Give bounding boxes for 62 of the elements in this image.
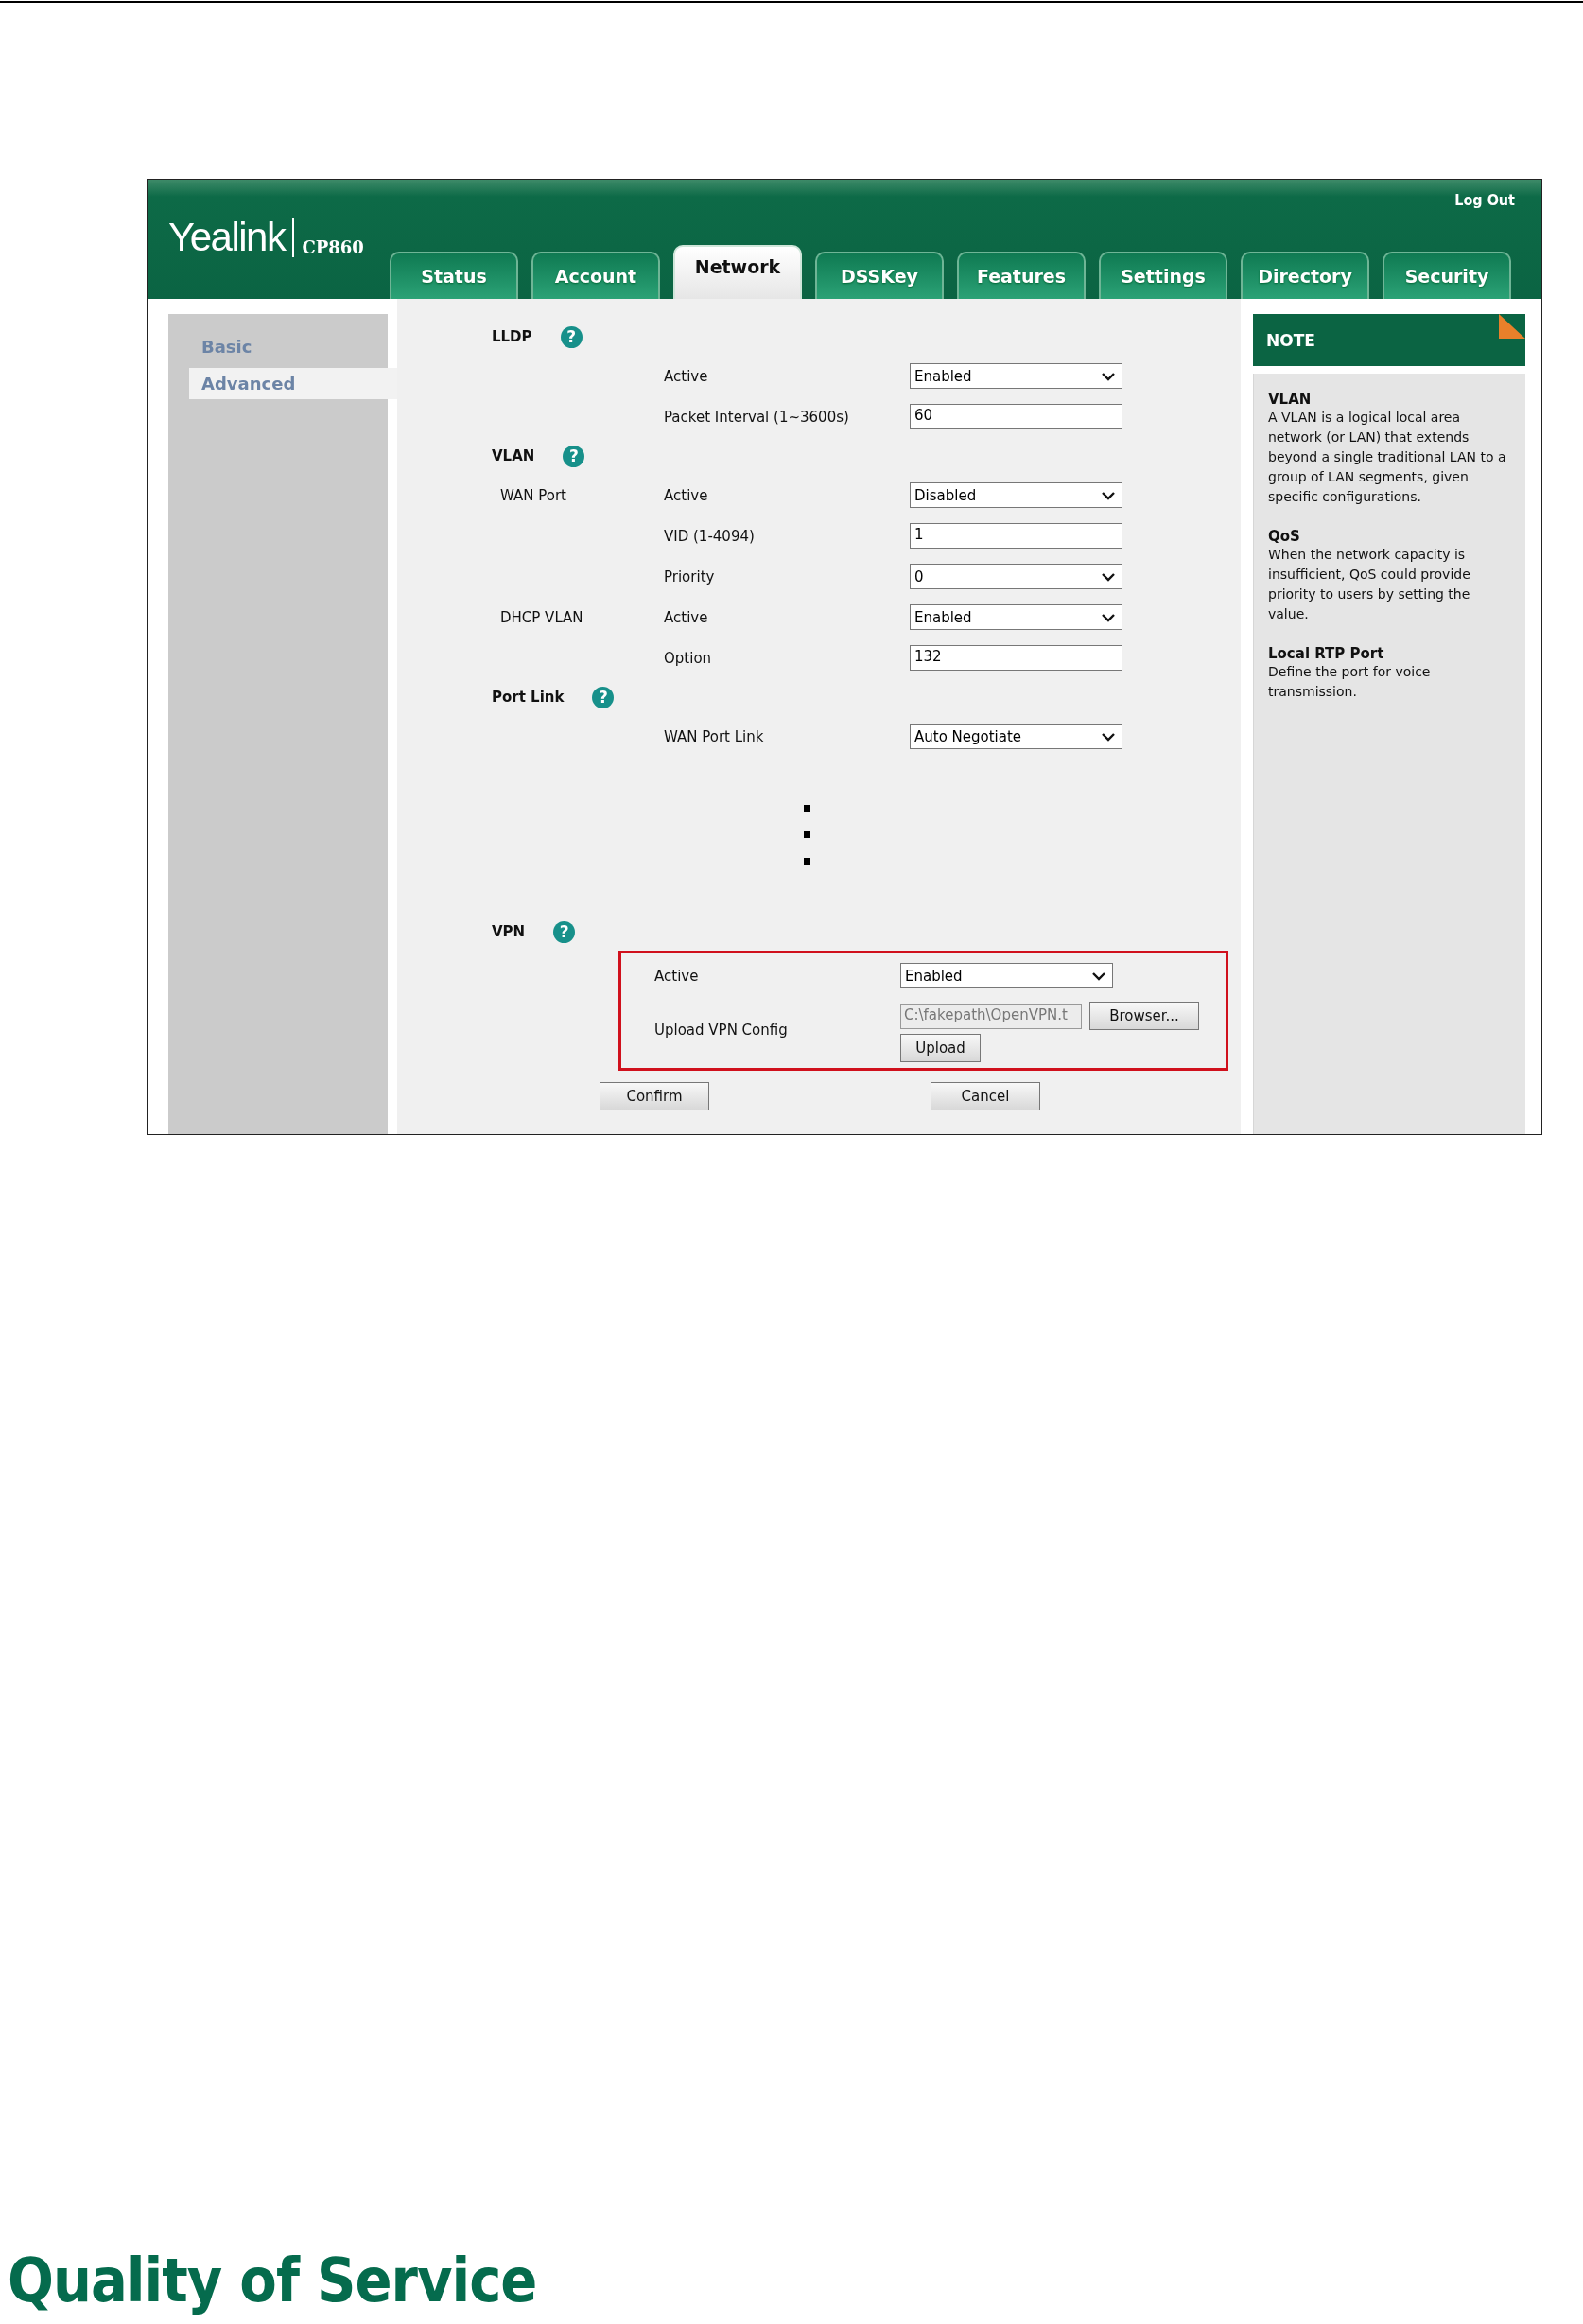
group-label: WAN Port bbox=[500, 487, 566, 504]
dropdown[interactable]: 0 bbox=[910, 564, 1122, 589]
field-label: Upload VPN Config bbox=[654, 1021, 788, 1039]
dropdown[interactable]: Enabled bbox=[910, 604, 1122, 630]
field-label: Packet Interval (1~3600s) bbox=[664, 409, 849, 426]
confirm-button[interactable]: Confirm bbox=[600, 1082, 709, 1110]
section-title: VLAN bbox=[492, 447, 535, 464]
field-label: WAN Port Link bbox=[664, 728, 764, 745]
field-label: Priority bbox=[664, 568, 715, 585]
page-heading: Quality of Service bbox=[8, 2245, 538, 2317]
note-entry-title: VLAN bbox=[1268, 391, 1313, 408]
field-label: Active bbox=[664, 368, 708, 385]
note-entry-title: QoS bbox=[1268, 528, 1301, 545]
nav-tab[interactable]: DSSKey bbox=[815, 252, 944, 299]
chevron-down-icon bbox=[1091, 970, 1106, 981]
note-entry-text: Define the port for voice transmission. bbox=[1268, 663, 1432, 701]
logout-link[interactable]: Log Out bbox=[1454, 191, 1515, 209]
note-title: NOTE bbox=[1265, 330, 1315, 350]
field-label: Active bbox=[664, 609, 708, 626]
model-label: CP860 bbox=[302, 238, 364, 257]
section-title: Port Link bbox=[492, 689, 565, 706]
nav-tab[interactable]: Directory bbox=[1241, 252, 1369, 299]
vertical-ellipsis-icon bbox=[804, 804, 811, 865]
input-field[interactable]: 1 bbox=[910, 523, 1122, 549]
input-field[interactable]: 132 bbox=[910, 645, 1122, 671]
help-icon[interactable]: ? bbox=[560, 325, 583, 348]
help-icon[interactable]: ? bbox=[592, 686, 615, 708]
upload-button[interactable]: Upload bbox=[900, 1034, 981, 1062]
chevron-down-icon bbox=[1101, 571, 1116, 582]
nav-tab[interactable]: Status bbox=[390, 252, 518, 299]
chevron-down-icon bbox=[1101, 612, 1116, 622]
field-label: Option bbox=[664, 650, 712, 667]
logo: Yealink bbox=[168, 218, 295, 257]
browse-button[interactable]: Browser... bbox=[1089, 1002, 1199, 1030]
field-label: Active bbox=[664, 487, 708, 504]
nav-tab[interactable]: Account bbox=[531, 252, 660, 299]
input-field[interactable]: 60 bbox=[910, 404, 1122, 429]
nav-tab[interactable]: Settings bbox=[1099, 252, 1227, 299]
folded-corner-icon bbox=[1499, 314, 1525, 339]
field-label: Active bbox=[654, 968, 699, 985]
chevron-down-icon bbox=[1101, 371, 1116, 381]
help-icon[interactable]: ? bbox=[563, 445, 585, 467]
cancel-button[interactable]: Cancel bbox=[931, 1082, 1040, 1110]
nav-tab[interactable]: Network bbox=[673, 245, 802, 299]
help-icon[interactable]: ? bbox=[553, 920, 576, 943]
field-label: VID (1-4094) bbox=[664, 528, 755, 545]
section-title: VPN bbox=[492, 923, 526, 940]
section-title: LLDP bbox=[492, 328, 532, 345]
nav-tab[interactable]: Features bbox=[957, 252, 1086, 299]
note-entry-text: When the network capacity is insufficient, QoS could provide priority to users by setting the value. bbox=[1268, 546, 1471, 623]
dropdown[interactable]: Auto Negotiate bbox=[910, 724, 1122, 749]
nav-tab[interactable]: Security bbox=[1383, 252, 1511, 299]
group-label: DHCP VLAN bbox=[500, 609, 583, 626]
file-path-field[interactable]: C:\fakepath\OpenVPN.t bbox=[900, 1003, 1082, 1029]
chevron-down-icon bbox=[1101, 490, 1116, 500]
chevron-down-icon bbox=[1101, 731, 1116, 742]
note-entry-title: Local RTP Port bbox=[1268, 645, 1385, 662]
dropdown[interactable]: Disabled bbox=[910, 482, 1122, 508]
note-entry-text: A VLAN is a logical local area network (or LAN) that extends beyond a single traditional LAN to a group of LAN segments, given specific configurations. bbox=[1268, 409, 1507, 506]
dropdown[interactable]: Enabled bbox=[900, 963, 1113, 988]
dropdown[interactable]: Enabled bbox=[910, 363, 1122, 389]
sidebar-item[interactable]: Advanced bbox=[189, 368, 397, 399]
